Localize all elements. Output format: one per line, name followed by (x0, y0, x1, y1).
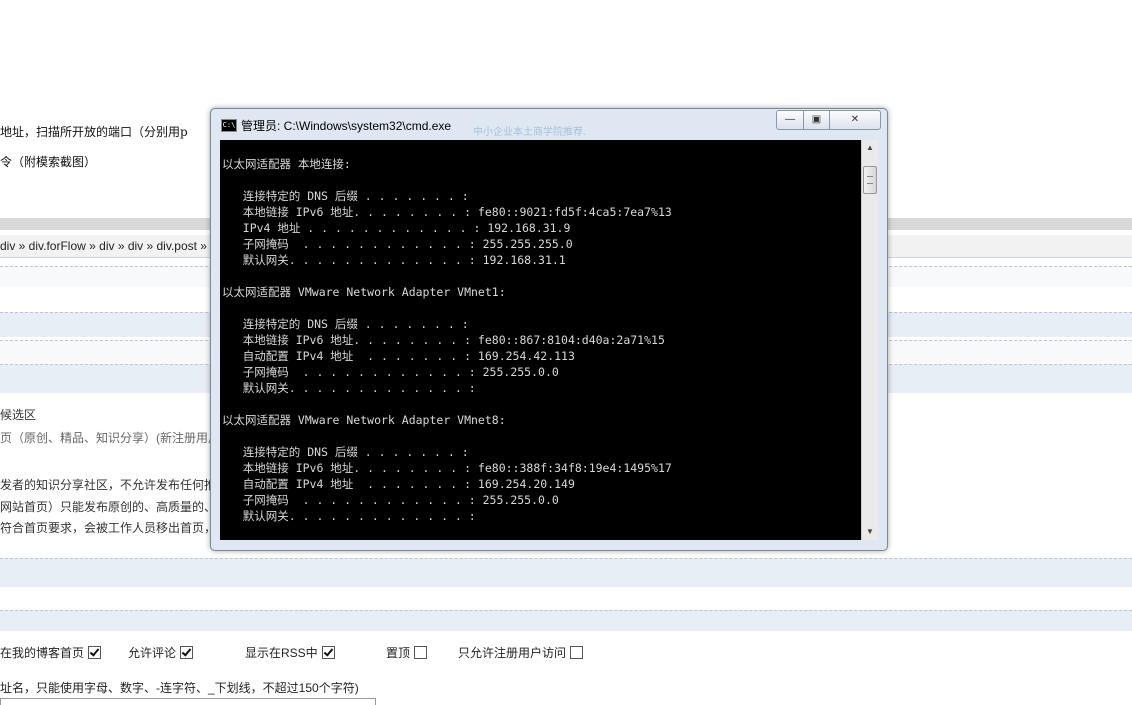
scroll-thumb[interactable] (863, 166, 877, 194)
form-row (0, 610, 1132, 631)
cmd-line: 默认网关. . . . . . . . . . . . . : (222, 509, 476, 523)
option-label: 置顶 (386, 646, 411, 660)
section-line: 网站首页）只能发布原创的、高质量的、 (0, 500, 217, 514)
cmd-line: IPv4 地址 . . . . . . . . . . . . : 192.16… (222, 221, 571, 235)
option-label: 在我的博客首页 (0, 646, 85, 660)
checkbox[interactable] (570, 646, 584, 659)
section-title: 候选区 (0, 408, 37, 422)
option-label: 只允许注册用户访问 (458, 646, 567, 660)
cmd-line: 本地链接 IPv6 地址. . . . . . . . : fe80::867:… (222, 333, 665, 347)
checkbox[interactable] (180, 646, 194, 659)
cmd-line: 连接特定的 DNS 后缀 . . . . . . . : (222, 445, 469, 459)
cmd-line: 子网掩码 . . . . . . . . . . . . : 255.255.0… (222, 365, 559, 379)
close-button[interactable]: ✕ (829, 110, 881, 130)
option-allow-comments[interactable]: 允许评论 (128, 644, 194, 661)
cmd-title-ghost: 中小企业本土商学院推荐. (473, 127, 586, 138)
option-label: 允许评论 (128, 646, 177, 660)
option-label: 显示在RSS中 (245, 646, 318, 660)
cmd-line: 以太网适配器 VMware Network Adapter VMnet1: (222, 285, 506, 299)
cmd-line: 连接特定的 DNS 后缀 . . . . . . . : (222, 189, 469, 203)
scroll-up-icon[interactable]: ▲ (862, 140, 878, 156)
url-hint: 址名，只能使用字母、数字、-连字符、_下划线，不超过150个字符) (0, 681, 359, 695)
cmd-line: 以太网适配器 VMware Network Adapter VMnet8: (222, 413, 506, 427)
cmd-line: 本地链接 IPv6 地址. . . . . . . . : fe80::9021… (222, 205, 672, 219)
cmd-line: 本地链接 IPv6 地址. . . . . . . . : fe80::388f… (222, 461, 672, 475)
form-row (0, 558, 1132, 587)
cmd-line: 连接特定的 DNS 后缀 . . . . . . . : (222, 317, 469, 331)
cmd-titlebar[interactable]: C:\ 管理员: C:\Windows\system32\cmd.exe 中小企… (211, 109, 887, 140)
cmd-line: 默认网关. . . . . . . . . . . . . : 192.168.… (222, 253, 566, 267)
cmd-scrollbar[interactable]: ▲ ▼ (861, 140, 878, 540)
checkbox[interactable] (88, 646, 102, 659)
cmd-console[interactable]: 以太网适配器 本地连接: 连接特定的 DNS 后缀 . . . . . . . … (220, 140, 861, 540)
cmd-line: 子网掩码 . . . . . . . . . . . . : 255.255.2… (222, 237, 573, 251)
option-homepage[interactable]: 在我的博客首页 (0, 644, 102, 661)
option-rss[interactable]: 显示在RSS中 (245, 644, 335, 661)
option-registered-only[interactable]: 只允许注册用户访问 (458, 644, 584, 661)
cmd-line: 以太网适配器 本地连接: (222, 157, 351, 171)
cmd-line: 子网掩码 . . . . . . . . . . . . : 255.255.0… (222, 493, 559, 507)
scroll-down-icon[interactable]: ▼ (862, 524, 878, 540)
article-text-line-1: 地址，扫描所开放的端口（分别用p (0, 125, 188, 139)
cmd-line: 自动配置 IPv4 地址 . . . . . . . : 169.254.42.… (222, 349, 575, 363)
minimize-button[interactable]: — (776, 110, 804, 130)
cmd-window[interactable]: C:\ 管理员: C:\Windows\system32\cmd.exe 中小企… (210, 108, 888, 551)
option-pin-top[interactable]: 置顶 (386, 644, 428, 661)
cmd-title: 管理员: C:\Windows\system32\cmd.exe (241, 119, 452, 133)
section-line: 发者的知识分享社区，不允许发布任何推 (0, 478, 217, 492)
cmd-line: 默认网关. . . . . . . . . . . . . : (222, 381, 476, 395)
maximize-button[interactable]: ▣ (803, 110, 830, 130)
section-line: 符合首页要求，会被工作人员移出首页， (0, 521, 217, 535)
checkbox[interactable] (414, 646, 428, 659)
cmd-line: 自动配置 IPv4 地址 . . . . . . . : 169.254.20.… (222, 477, 575, 491)
cmd-output: 以太网适配器 本地连接: 连接特定的 DNS 后缀 . . . . . . . … (222, 140, 672, 524)
cmd-app-icon: C:\ (221, 119, 237, 132)
section-line: 页（原创、精品、知识分享）(新注册用户 (0, 431, 220, 445)
article-text-line-2: 令（附模索截图） (0, 155, 97, 169)
checkbox[interactable] (321, 646, 335, 659)
